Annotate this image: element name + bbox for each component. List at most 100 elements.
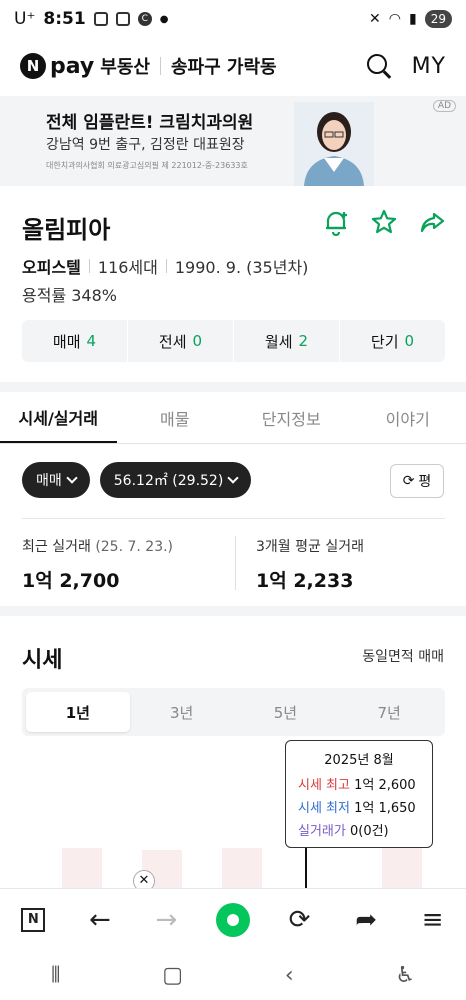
complex-name: 올림피아 (22, 216, 111, 244)
tab-stories[interactable]: 이야기 (350, 392, 466, 443)
recent-apps-icon[interactable]: ⦀ (51, 963, 61, 988)
section-gap (0, 382, 466, 392)
tooltip-pointer-line (305, 848, 307, 890)
trade-short-term[interactable]: 단기 0 (340, 320, 445, 362)
accessibility-icon[interactable]: ♿ (395, 963, 415, 988)
meta-divider (165, 259, 167, 273)
browser-toolbar: N ← → ⟳ ➦ ≡ (0, 888, 466, 950)
tooltip-deal-value: 0(0건) (349, 824, 389, 839)
ad-banner[interactable]: 전체 임플란트! 크림치과의원 강남역 9번 출구, 김정란 대표원장 대한치과… (0, 96, 466, 186)
search-icon[interactable] (366, 53, 392, 79)
naver-home-button[interactable]: N (13, 900, 53, 940)
tooltip-month: 2025년 8월 (324, 753, 394, 768)
brand-label[interactable]: 부동산 (100, 53, 150, 79)
npay-logo-text[interactable]: pay (50, 54, 94, 79)
green-dot-button[interactable] (213, 900, 253, 940)
tooltip-low-value: 1억 1,650 (354, 801, 416, 816)
period-7y[interactable]: 7년 (337, 692, 441, 732)
header-divider (159, 57, 161, 75)
green-dot-icon (215, 902, 250, 937)
recent-deal: 최근 실거래 (25. 7. 23.) 1억 2,700 (22, 536, 173, 593)
home-icon[interactable]: ▢ (162, 963, 183, 988)
clock: 8:51 (43, 9, 86, 29)
tooltip-deal-label: 실거래가 (298, 824, 346, 839)
tab-complex-info[interactable]: 단지정보 (233, 392, 350, 443)
gallery-icon (115, 12, 130, 26)
tab-price-deals[interactable]: 시세/실거래 (0, 392, 117, 443)
bell-plus-icon[interactable] (322, 208, 350, 236)
period-selector: 1년 3년 5년 7년 (22, 688, 445, 736)
trade-label: 월세 (264, 332, 293, 351)
meta-divider (88, 259, 90, 273)
divider (22, 518, 445, 519)
system-nav-bar: ⦀ ▢ ‹ ♿ (0, 950, 466, 1000)
back-icon[interactable]: ‹ (285, 963, 294, 988)
ad-fine-print: 대한치과의사협회 의료광고심의필 제 221012-중-23633호 (46, 161, 248, 170)
chevron-down-icon (66, 472, 78, 484)
complex-actions (322, 208, 446, 236)
ad-title: 전체 임플란트! 크림치과의원 (46, 113, 254, 133)
battery-indicator: 29 (424, 10, 452, 28)
back-arrow-icon[interactable]: ← (80, 900, 120, 940)
share-icon[interactable] (418, 208, 446, 236)
same-area-toggle[interactable]: 동일면적 매매 (362, 646, 444, 666)
tab-listings[interactable]: 매물 (117, 392, 234, 443)
recent-deal-label-row: 최근 실거래 (25. 7. 23.) (22, 536, 173, 556)
section-gap (0, 606, 466, 616)
filter-row: 매매 56.12㎡ (29.52) (22, 462, 252, 498)
app-c-icon: C (137, 12, 152, 26)
complex-type: 오피스텔 (22, 258, 81, 277)
carrier-label: U⁺ (14, 9, 36, 29)
period-3y[interactable]: 3년 (130, 692, 234, 732)
tooltip-high-value: 1억 2,600 (354, 778, 416, 793)
app-header: N pay 부동산 송파구 가락동 MY (0, 38, 466, 94)
ad-subtitle: 강남역 9번 출구, 김정란 대표원장 (46, 137, 245, 153)
chevron-down-icon (227, 472, 239, 484)
trade-label: 전세 (158, 332, 187, 351)
wifi-icon: ◠ (388, 11, 401, 27)
my-button[interactable]: MY (412, 54, 446, 79)
npay-logo-icon[interactable]: N (20, 53, 46, 79)
trade-monthly-rent[interactable]: 월세 2 (234, 320, 340, 362)
chart-tooltip: 2025년 8월 시세 최고 1억 2,600 시세 최저 1억 1,650 실… (285, 740, 433, 848)
forward-arrow-icon[interactable]: → (146, 900, 186, 940)
period-5y[interactable]: 5년 (234, 692, 338, 732)
tooltip-high-label: 시세 최고 (298, 778, 350, 793)
average-deal-label: 3개월 평균 실거래 (256, 539, 364, 555)
refresh-icon: ⟳ (402, 473, 415, 489)
naver-n-icon: N (21, 907, 46, 932)
chart-column (62, 848, 102, 888)
trade-count: 0 (192, 332, 203, 350)
trade-jeonse[interactable]: 전세 0 (128, 320, 234, 362)
trade-sale[interactable]: 매매 4 (22, 320, 128, 362)
divider (235, 536, 236, 590)
area-dropdown[interactable]: 56.12㎡ (29.52) (99, 462, 252, 498)
ad-badge[interactable]: AD (432, 100, 456, 112)
status-bar: U⁺ 8:51 C ● ✕ ◠ ▮ 29 (0, 0, 466, 38)
trade-count: 0 (404, 332, 415, 350)
recent-deal-date: (25. 7. 23.) (95, 539, 174, 555)
trade-count: 4 (86, 332, 97, 350)
share-arrow-icon[interactable]: ➦ (346, 900, 386, 940)
complex-households: 116세대 (97, 258, 158, 277)
trade-count-bar: 매매 4 전세 0 월세 2 단기 0 (22, 320, 445, 362)
doctor-photo (294, 102, 374, 186)
price-section-title: 시세 (22, 648, 63, 673)
star-icon[interactable] (370, 208, 398, 236)
trade-count: 2 (298, 332, 309, 350)
pyeong-toggle-button[interactable]: ⟳ 평 (390, 464, 444, 498)
average-deal: 3개월 평균 실거래 1억 2,233 (256, 536, 364, 593)
reload-icon[interactable]: ⟳ (280, 900, 320, 940)
more-dot-icon: ● (159, 13, 169, 25)
tooltip-deal-row: 실거래가 0(0건) (298, 820, 420, 839)
tooltip-low-label: 시세 최저 (298, 801, 350, 816)
pyeong-label: 평 (418, 474, 432, 490)
area-value: 56.12㎡ (29.52) (113, 473, 224, 489)
content-tabs: 시세/실거래 매물 단지정보 이야기 (0, 392, 466, 444)
period-1y[interactable]: 1년 (26, 692, 130, 732)
chart-column (382, 846, 422, 888)
region-selector[interactable]: 송파구 가락동 (171, 53, 277, 79)
deal-type-dropdown[interactable]: 매매 (22, 462, 90, 498)
signal-icon: ▮ (409, 11, 417, 27)
menu-icon[interactable]: ≡ (413, 900, 453, 940)
